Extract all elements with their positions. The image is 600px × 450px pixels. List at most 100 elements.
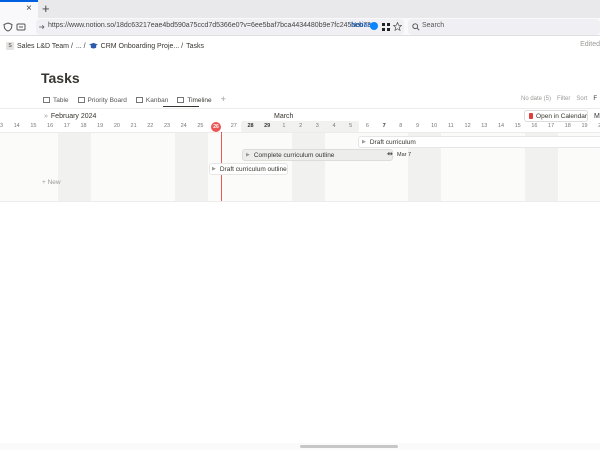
board-icon [135, 97, 143, 103]
bookmark-star-icon[interactable] [393, 22, 402, 31]
permissions-icon[interactable] [16, 22, 26, 32]
table-icon [43, 97, 50, 103]
today-badge: 26 [211, 122, 221, 132]
day-label: 27 [230, 123, 237, 129]
shield-icon[interactable] [3, 22, 13, 32]
day-label: 9 [415, 123, 420, 129]
day-label: 14 [13, 123, 20, 129]
horizontal-scrollbar-thumb[interactable] [300, 445, 398, 448]
browser-tab-bar: × + [0, 0, 600, 18]
extensions-icon[interactable] [382, 23, 390, 31]
day-label: 2 [299, 123, 303, 129]
day-label: 17 [548, 123, 555, 129]
tab-timeline[interactable]: Timeline [177, 95, 212, 105]
tab-label: Table [53, 96, 69, 104]
weekend-column [58, 133, 91, 202]
tab-label: Kanban [145, 96, 169, 104]
day-label: 14 [497, 123, 505, 129]
tab-kanban[interactable]: Kanban [135, 95, 169, 105]
search-icon [412, 23, 420, 31]
month-text: February 2024 [50, 113, 97, 120]
url-bar[interactable]: https://www.notion.so/18dc63217eae4bd590… [36, 19, 404, 35]
breadcrumb: S Sales L&D Team / ... / CRM Onboarding … [6, 40, 204, 52]
view-tabs: Table Priority Board Kanban Timeline + [43, 95, 226, 105]
day-label: 20 [593, 123, 600, 129]
weekend-column [292, 133, 325, 202]
divider [0, 201, 600, 202]
new-tab-button[interactable]: + [42, 2, 50, 16]
search-placeholder: Search [422, 22, 445, 29]
tab-table[interactable]: Table [43, 95, 69, 105]
day-label: 11 [448, 123, 454, 129]
close-tab-icon[interactable]: × [26, 3, 32, 15]
collapse-sidebar-icon[interactable]: » [44, 113, 48, 120]
day-label: 13 [481, 123, 488, 129]
day-label: 4 [332, 123, 336, 129]
day-label: 10 [431, 123, 438, 129]
tab-label: Priority Board [87, 96, 127, 104]
day-label: 21 [130, 123, 137, 129]
task-bar-draft-curriculum-outline[interactable]: ▶ Draft curriculum outline [209, 163, 288, 175]
weekend-column [175, 133, 208, 202]
url-text: https://www.notion.so/18dc63217eae4bd590… [48, 22, 371, 29]
workspace-icon: S [6, 42, 14, 50]
breadcrumb-item-crm-onboarding[interactable]: CRM Onboarding Proje... / [101, 43, 183, 50]
notion-app-button[interactable]: Notion [351, 22, 371, 29]
page-title: Tasks [41, 70, 80, 86]
day-label: 6 [365, 123, 369, 129]
task-bar-draft-curriculum[interactable]: ▶ Draft curriculum [358, 136, 600, 148]
no-date-button[interactable]: No date (5) [521, 96, 551, 102]
browser-nav-bar: https://www.notion.so/18dc63217eae4bd590… [0, 18, 600, 36]
day-label: 1 [282, 123, 286, 129]
divider [0, 108, 600, 109]
day-label: 18 [564, 123, 571, 129]
task-bar-complete-curriculum-outline[interactable]: ▶ Complete curriculum outline [242, 149, 393, 161]
day-label: 15 [30, 123, 37, 129]
browser-tab[interactable]: × [0, 0, 38, 18]
filter-button[interactable]: Filter [557, 96, 570, 102]
active-tab-indicator [0, 0, 38, 2]
expand-arrow-icon[interactable]: ▶ [246, 152, 250, 158]
sort-button[interactable]: Sort [576, 96, 587, 102]
day-label: 16 [47, 123, 54, 129]
edited-status: Edited [580, 41, 600, 48]
day-label: 19 [581, 123, 588, 129]
expand-arrow-icon[interactable]: ▶ [362, 139, 366, 145]
notion-dot-icon [370, 22, 378, 30]
day-label: 18 [80, 123, 87, 129]
day-label: 28 [247, 123, 254, 129]
resize-handle-icon[interactable]: ⇹ [387, 150, 393, 158]
day-label: 23 [163, 123, 171, 129]
day-label: 13 [0, 123, 4, 129]
month-label-march: March [274, 113, 294, 120]
breadcrumb-item-tasks[interactable]: Tasks [186, 43, 204, 50]
breadcrumb-item-ellipsis[interactable]: ... / [76, 43, 86, 50]
timeline-more-label: M [594, 113, 600, 120]
day-label: 8 [399, 123, 403, 129]
active-tab-indicator [163, 106, 199, 107]
date-tooltip: Mar 7 [397, 152, 412, 158]
day-label: 15 [514, 123, 521, 129]
more-toolbar-button[interactable]: F [593, 96, 597, 102]
task-bar-label: Draft curriculum outline [219, 165, 287, 173]
day-label: 3 [315, 123, 319, 129]
browser-search-bar[interactable]: Search [408, 19, 600, 35]
connection-icon[interactable] [37, 23, 46, 31]
day-label: 29 [264, 123, 271, 129]
tab-priority-board[interactable]: Priority Board [77, 95, 127, 105]
breadcrumb-item-sales-team[interactable]: Sales L&D Team / [17, 43, 73, 50]
day-label: 24 [180, 123, 187, 129]
expand-arrow-icon[interactable]: ▶ [212, 166, 216, 172]
open-calendar-label: Open in Calendar [536, 112, 587, 120]
new-task-button[interactable]: + New [42, 179, 61, 186]
day-label: 5 [349, 123, 353, 129]
month-label-february: » February 2024 [44, 113, 96, 120]
day-label: 22 [147, 123, 154, 129]
add-view-button[interactable]: + [221, 95, 226, 105]
board-icon [77, 97, 85, 103]
open-in-calendar-button[interactable]: Open in Calendar [524, 110, 588, 122]
calendar-icon [529, 113, 534, 119]
day-label: 12 [464, 123, 471, 129]
day-label: 17 [63, 123, 70, 129]
day-label: 16 [531, 123, 538, 129]
